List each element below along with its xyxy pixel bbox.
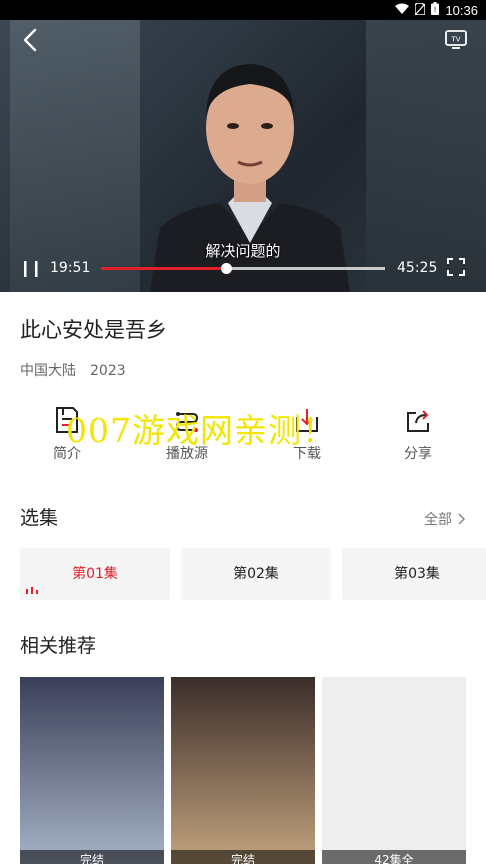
status-badge: 完结	[171, 850, 315, 864]
poster-image	[20, 677, 164, 864]
no-sim-icon	[414, 1, 427, 18]
episode-item-1[interactable]: 第01集	[20, 548, 170, 600]
show-year: 2023	[90, 363, 126, 379]
episode-item-3[interactable]: 第03集	[342, 548, 486, 600]
svg-text:!: !	[434, 6, 437, 14]
show-title: 此心安处是吾乡	[20, 318, 167, 342]
tv-cast-icon[interactable]: TV	[444, 28, 468, 50]
recommendation-card[interactable]: 完结	[171, 677, 315, 864]
duration: 45:25	[397, 260, 438, 276]
episodes-heading: 选集	[20, 507, 59, 529]
episode-label: 第03集	[394, 566, 440, 582]
show-region: 中国大陆	[20, 363, 76, 379]
poster-image	[322, 677, 466, 864]
progress-bar[interactable]	[101, 263, 385, 274]
recommendation-card[interactable]: 完结	[20, 677, 164, 864]
all-episodes-button[interactable]: 全部	[424, 509, 466, 529]
back-icon[interactable]	[18, 26, 46, 54]
all-episodes-label: 全部	[424, 512, 452, 528]
episode-label: 第01集	[72, 566, 118, 582]
status-icons: ! 10:36	[395, 1, 478, 18]
episode-label: 第02集	[233, 566, 279, 582]
current-time: 19:51	[50, 260, 91, 276]
chevron-right-icon	[458, 513, 466, 525]
fullscreen-icon[interactable]	[446, 257, 466, 277]
now-playing-icon	[26, 587, 38, 594]
show-meta: 中国大陆 2023	[20, 360, 140, 380]
episode-item-2[interactable]: 第02集	[181, 548, 331, 600]
poster-image	[171, 677, 315, 864]
status-bar: ! 10:36	[0, 0, 486, 20]
battery-icon: !	[431, 2, 440, 18]
pause-icon[interactable]	[22, 260, 40, 278]
svg-text:TV: TV	[450, 36, 460, 44]
player-controls: 19:51 45:25	[0, 252, 486, 292]
watermark-text: 007游戏网亲测！	[66, 411, 336, 450]
progress-knob[interactable]	[220, 263, 232, 274]
recommendations-heading: 相关推荐	[20, 635, 97, 657]
status-badge: 42集全	[322, 850, 466, 864]
player-top-bar: TV	[0, 20, 486, 60]
wifi-icon	[395, 3, 410, 18]
video-player[interactable]: TV 解决问题的 19:51 45:25	[0, 20, 486, 292]
recommendation-card[interactable]: 42集全	[322, 677, 466, 864]
status-badge: 完结	[20, 850, 164, 864]
recommendation-list: 完结 完结 42集全	[20, 677, 486, 864]
status-time: 10:36	[445, 2, 478, 18]
episode-list: 第01集 第02集 第03集	[20, 548, 486, 600]
progress-played	[101, 267, 226, 270]
